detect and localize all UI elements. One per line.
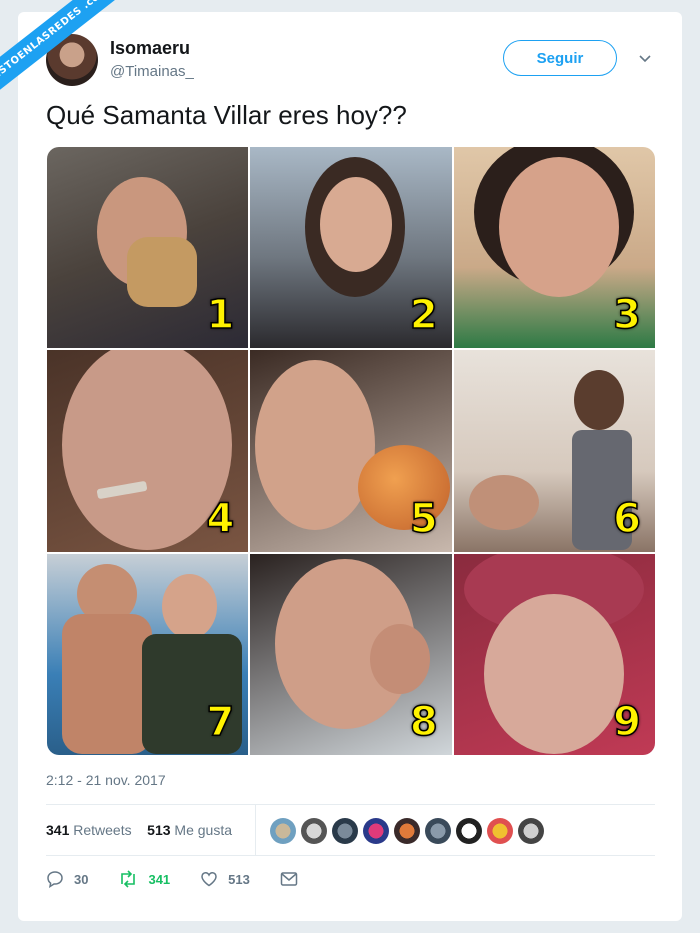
avatar[interactable] [363,818,389,844]
avatar[interactable] [301,818,327,844]
reply-icon [47,871,63,888]
photo-grid[interactable]: 1 2 3 4 5 6 7 8 9 [47,147,655,755]
heart-icon [201,872,217,887]
avatar[interactable] [518,818,544,844]
avatar[interactable] [425,818,451,844]
likes-label: Me gusta [174,822,233,838]
photo-3[interactable]: 3 [453,147,655,349]
retweets-count: 341 [46,822,70,838]
photo-number: 7 [206,698,235,746]
photo-number: 3 [612,292,641,340]
photo-number: 4 [206,495,235,543]
retweet-button[interactable]: 341 [118,870,170,888]
photo-4[interactable]: 4 [47,350,249,552]
photo-2[interactable]: 2 [250,147,452,349]
photo-number: 5 [409,495,438,543]
like-count: 513 [228,871,250,887]
photo-9[interactable]: 9 [453,553,655,755]
photo-5[interactable]: 5 [250,350,452,552]
author-name[interactable]: Isomaeru [110,38,190,59]
reply-button[interactable]: 30 [46,870,88,888]
photo-number: 9 [612,698,641,746]
tweet-stats[interactable]: 341 Retweets 513 Me gusta [46,822,232,838]
tweet-timestamp[interactable]: 2:12 - 21 nov. 2017 [46,772,166,788]
likes-count: 513 [147,822,171,838]
photo-1[interactable]: 1 [47,147,249,349]
photo-8[interactable]: 8 [250,553,452,755]
photo-6[interactable]: 6 [453,350,655,552]
photo-number: 2 [409,292,438,340]
mail-icon [280,872,298,886]
avatar[interactable] [332,818,358,844]
divider [46,855,655,856]
author-handle[interactable]: @Timainas_ [110,63,194,80]
direct-message-button[interactable] [280,871,308,887]
divider [46,804,655,805]
likers-avatars[interactable] [270,818,544,844]
avatar[interactable] [394,818,420,844]
retweet-icon [121,870,136,888]
tweet-actions: 30 341 513 [46,870,338,888]
like-button[interactable]: 513 [200,870,250,888]
retweets-label: Retweets [73,822,132,838]
follow-button[interactable]: Seguir [503,40,617,76]
retweet-count: 341 [148,871,171,887]
reply-count: 30 [74,871,89,887]
avatar[interactable] [487,818,513,844]
photo-number: 1 [206,292,235,340]
divider [255,805,256,855]
photo-number: 8 [409,698,438,746]
photo-7[interactable]: 7 [47,553,249,755]
avatar[interactable] [456,818,482,844]
photo-number: 6 [612,495,641,543]
tweet-text: Qué Samanta Villar eres hoy?? [46,100,407,130]
avatar[interactable] [270,818,296,844]
chevron-down-icon[interactable] [637,50,653,66]
